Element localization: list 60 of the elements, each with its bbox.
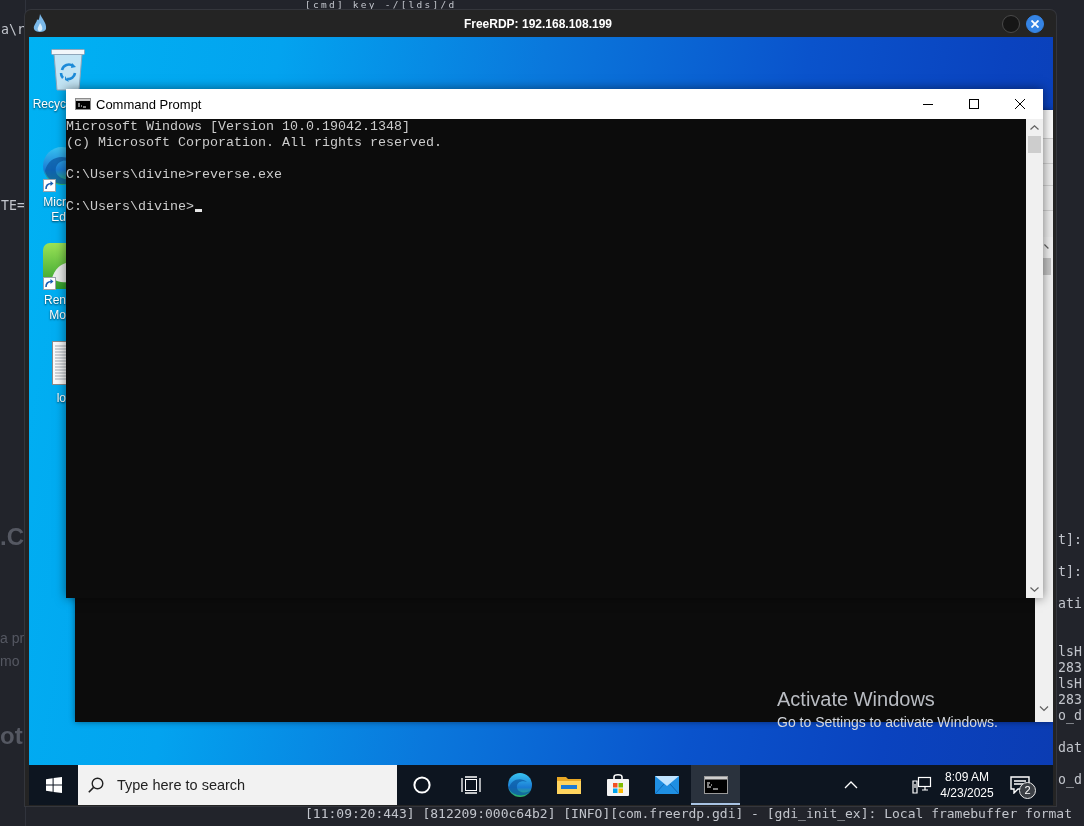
- activation-heading: Activate Windows: [777, 687, 936, 711]
- network-icon: [912, 776, 932, 794]
- text-fragment: t]:: [1058, 532, 1082, 548]
- caret-up-icon: [1030, 125, 1039, 130]
- scrollbar-thumb[interactable]: [1043, 258, 1051, 275]
- scrollbar-thumb[interactable]: [1028, 136, 1041, 153]
- text-fragment: ati: [1058, 596, 1082, 612]
- text-fragment: dat: [1058, 740, 1082, 756]
- icon-label: Recyc: [31, 97, 66, 112]
- caret-up-icon: [1044, 244, 1049, 249]
- console-icon: [75, 98, 91, 110]
- console-line: C:\Users\divine>reverse.exe: [66, 167, 282, 182]
- text-fragment: o_d: [1058, 708, 1082, 724]
- text-fragment: t]:: [1058, 564, 1082, 580]
- text-fragment: 283: [1058, 660, 1082, 676]
- caret-up-icon: [844, 781, 858, 789]
- flame-icon: [33, 13, 47, 34]
- text-fragment: TE=: [1, 198, 25, 214]
- document-icon[interactable]: [52, 341, 66, 385]
- maximize-icon: [969, 99, 979, 109]
- console-area[interactable]: Microsoft Windows [Version 10.0.19042.1348] (c) Microsoft Corporation. All rights reserved. C:\Users\divine>reverse.exe C:\Users\divine>: [66, 119, 1026, 598]
- folder-icon: [556, 775, 581, 795]
- search-icon: [88, 777, 104, 793]
- icon-label: Micr Ed: [42, 195, 66, 225]
- search-field[interactable]: Type here to search: [78, 765, 397, 805]
- text-fragment: o_d: [1058, 772, 1082, 788]
- clock-button[interactable]: 8:09 AM 4/23/2025: [938, 765, 996, 805]
- recycle-bin-icon[interactable]: [48, 47, 88, 91]
- close-icon: [1031, 19, 1039, 28]
- app-tile-icon[interactable]: [43, 243, 66, 291]
- terminal-icon: [703, 776, 728, 794]
- swirl-icon: [507, 773, 532, 797]
- console-line: (c) Microsoft Corporation. All rights reserved.: [66, 135, 442, 150]
- icon-label: lo: [55, 391, 66, 406]
- terminal-line: [11:09:20:443] [812209:000c64b2] [INFO][com.freerdp.gdi] - [gdi_init_ex]: Local framebuffer format: [305, 806, 1072, 822]
- shopping-bag-icon: [605, 773, 630, 797]
- envelope-icon: [654, 776, 679, 794]
- close-icon: [1015, 99, 1025, 109]
- text-fragment: 283: [1058, 692, 1082, 708]
- windows-logo-icon: [45, 777, 62, 793]
- notification-button[interactable]: 2: [1001, 765, 1039, 805]
- minimize-icon: [923, 103, 933, 105]
- icon-label: Ren Mo: [43, 293, 66, 323]
- caret-down-icon: [1030, 587, 1039, 592]
- scrollbar[interactable]: [1026, 119, 1043, 598]
- caret-down-icon: [1039, 706, 1049, 712]
- close-button[interactable]: [1026, 14, 1044, 33]
- text-fragment: lsH: [1058, 644, 1082, 660]
- taskbar-button[interactable]: [691, 765, 740, 805]
- terminal-line: [cmd] key -/[lds]/d: [305, 0, 457, 10]
- ring-icon: [412, 776, 431, 794]
- message-icon: [1010, 776, 1030, 794]
- console-line: C:\Users\divine>: [66, 199, 194, 214]
- window-title: FreeRDP: 192.168.108.199: [462, 16, 614, 31]
- notification-badge: 2: [1019, 782, 1036, 799]
- window-title: Command Prompt: [96, 96, 202, 112]
- task-view-icon: [460, 776, 481, 794]
- console-line: Microsoft Windows [Version 10.0.19042.1348]: [66, 119, 410, 134]
- text-fragment: a\r: [1, 22, 25, 38]
- text-fragment: lsH: [1058, 676, 1082, 692]
